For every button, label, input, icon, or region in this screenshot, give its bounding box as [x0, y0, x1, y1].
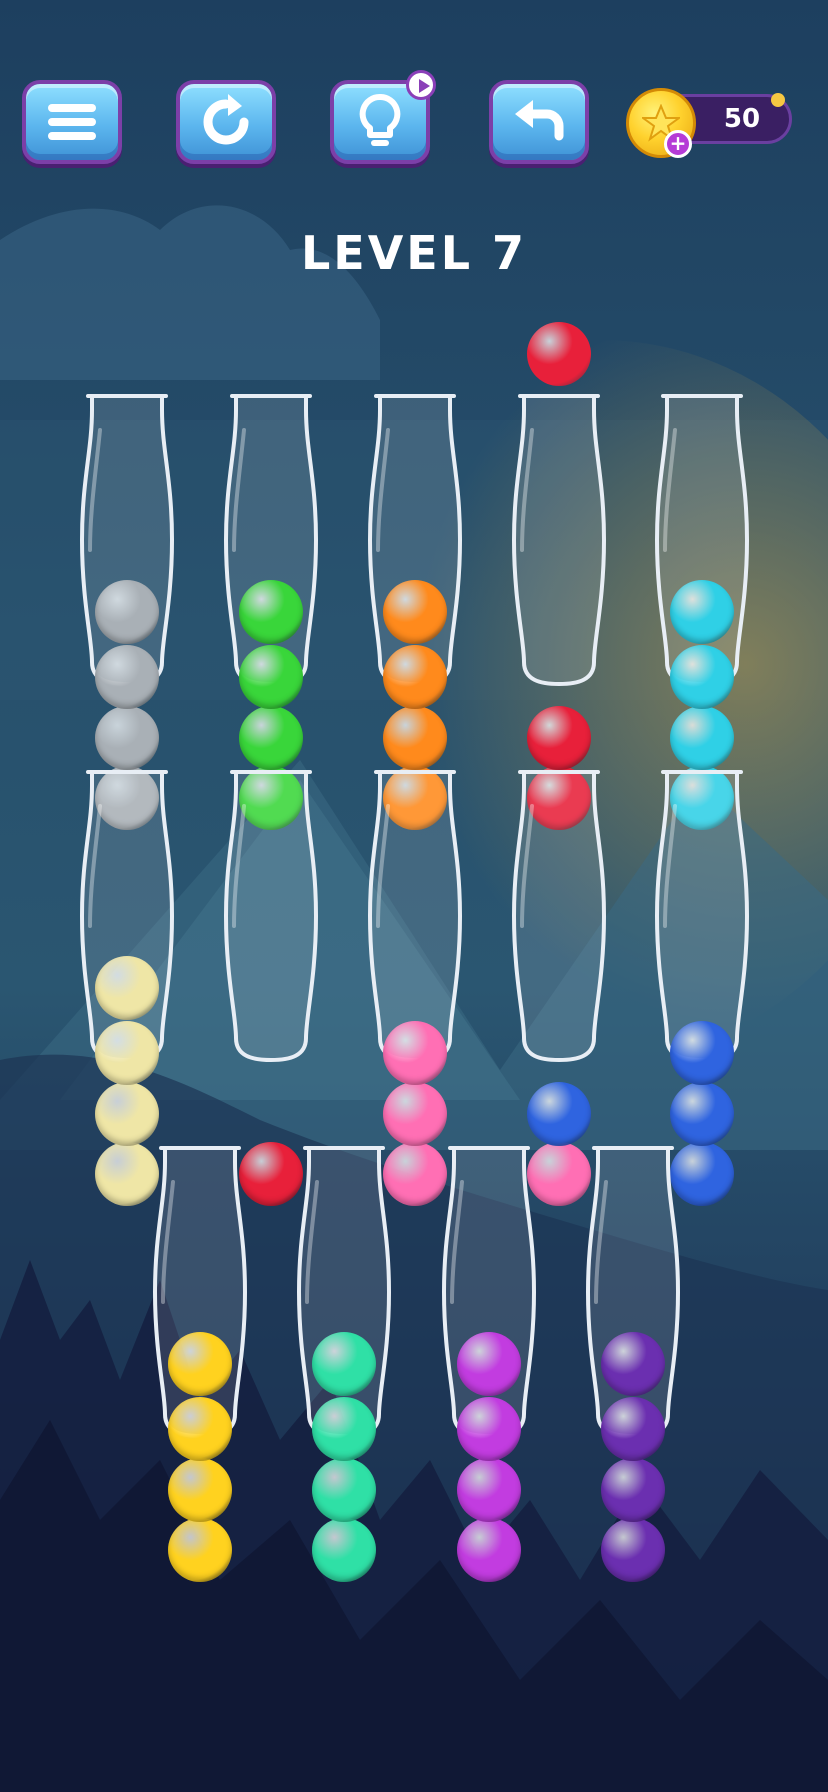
lightbulb-icon [359, 93, 401, 146]
orange-ball [383, 706, 447, 770]
tube[interactable] [653, 390, 751, 830]
tube[interactable] [440, 1142, 538, 1582]
yellow-ball [168, 1397, 232, 1461]
tube[interactable] [222, 766, 320, 1206]
tube[interactable] [366, 390, 464, 830]
cream-ball [95, 1142, 159, 1206]
cream-ball [95, 956, 159, 1020]
magenta-ball [457, 1397, 521, 1461]
purple-ball [601, 1332, 665, 1396]
gray-ball [95, 645, 159, 709]
cream-ball [95, 1082, 159, 1146]
add-coins-button[interactable]: + [664, 130, 692, 158]
cyan-ball [670, 580, 734, 644]
tube[interactable] [78, 390, 176, 830]
pink-ball [383, 1082, 447, 1146]
green-ball [239, 580, 303, 644]
tube[interactable] [510, 390, 608, 830]
gray-ball [95, 706, 159, 770]
green-ball [239, 645, 303, 709]
cyan-ball [670, 645, 734, 709]
gray-ball [95, 580, 159, 644]
level-title: LEVEL 7 [300, 226, 528, 280]
green-ball [239, 706, 303, 770]
magenta-ball [457, 1458, 521, 1522]
yellow-ball [168, 1332, 232, 1396]
tube[interactable] [151, 1142, 249, 1582]
blue-ball [670, 1021, 734, 1085]
orange-ball [383, 580, 447, 644]
tube[interactable] [584, 1142, 682, 1582]
tube[interactable] [366, 766, 464, 1206]
menu-button[interactable] [22, 80, 122, 164]
hamburger-icon [48, 104, 96, 140]
game-screen: 50 + LEVEL 7 [0, 0, 828, 1792]
teal-ball [312, 1397, 376, 1461]
notification-dot [771, 93, 785, 107]
tube[interactable] [295, 1142, 393, 1582]
teal-ball [312, 1332, 376, 1396]
cream-ball [95, 1021, 159, 1085]
orange-ball [383, 645, 447, 709]
tube[interactable] [653, 766, 751, 1206]
red-ball-lifted [527, 322, 591, 386]
video-play-badge-icon [406, 70, 436, 100]
teal-ball [312, 1518, 376, 1582]
red-ball [527, 706, 591, 770]
yellow-ball [168, 1458, 232, 1522]
blue-ball [527, 1082, 591, 1146]
magenta-ball [457, 1332, 521, 1396]
yellow-ball [168, 1518, 232, 1582]
purple-ball [601, 1397, 665, 1461]
tube[interactable] [78, 766, 176, 1206]
undo-arrow-icon [515, 100, 564, 141]
tube[interactable] [222, 390, 320, 830]
purple-ball [601, 1458, 665, 1522]
hint-button[interactable] [330, 70, 436, 164]
purple-ball [601, 1518, 665, 1582]
undo-button[interactable] [489, 80, 589, 164]
cyan-ball [670, 706, 734, 770]
blue-ball [670, 1082, 734, 1146]
restart-button[interactable] [176, 80, 276, 164]
magenta-ball [457, 1518, 521, 1582]
teal-ball [312, 1458, 376, 1522]
pink-ball [383, 1021, 447, 1085]
restart-icon [203, 94, 249, 145]
tube[interactable] [510, 766, 608, 1206]
